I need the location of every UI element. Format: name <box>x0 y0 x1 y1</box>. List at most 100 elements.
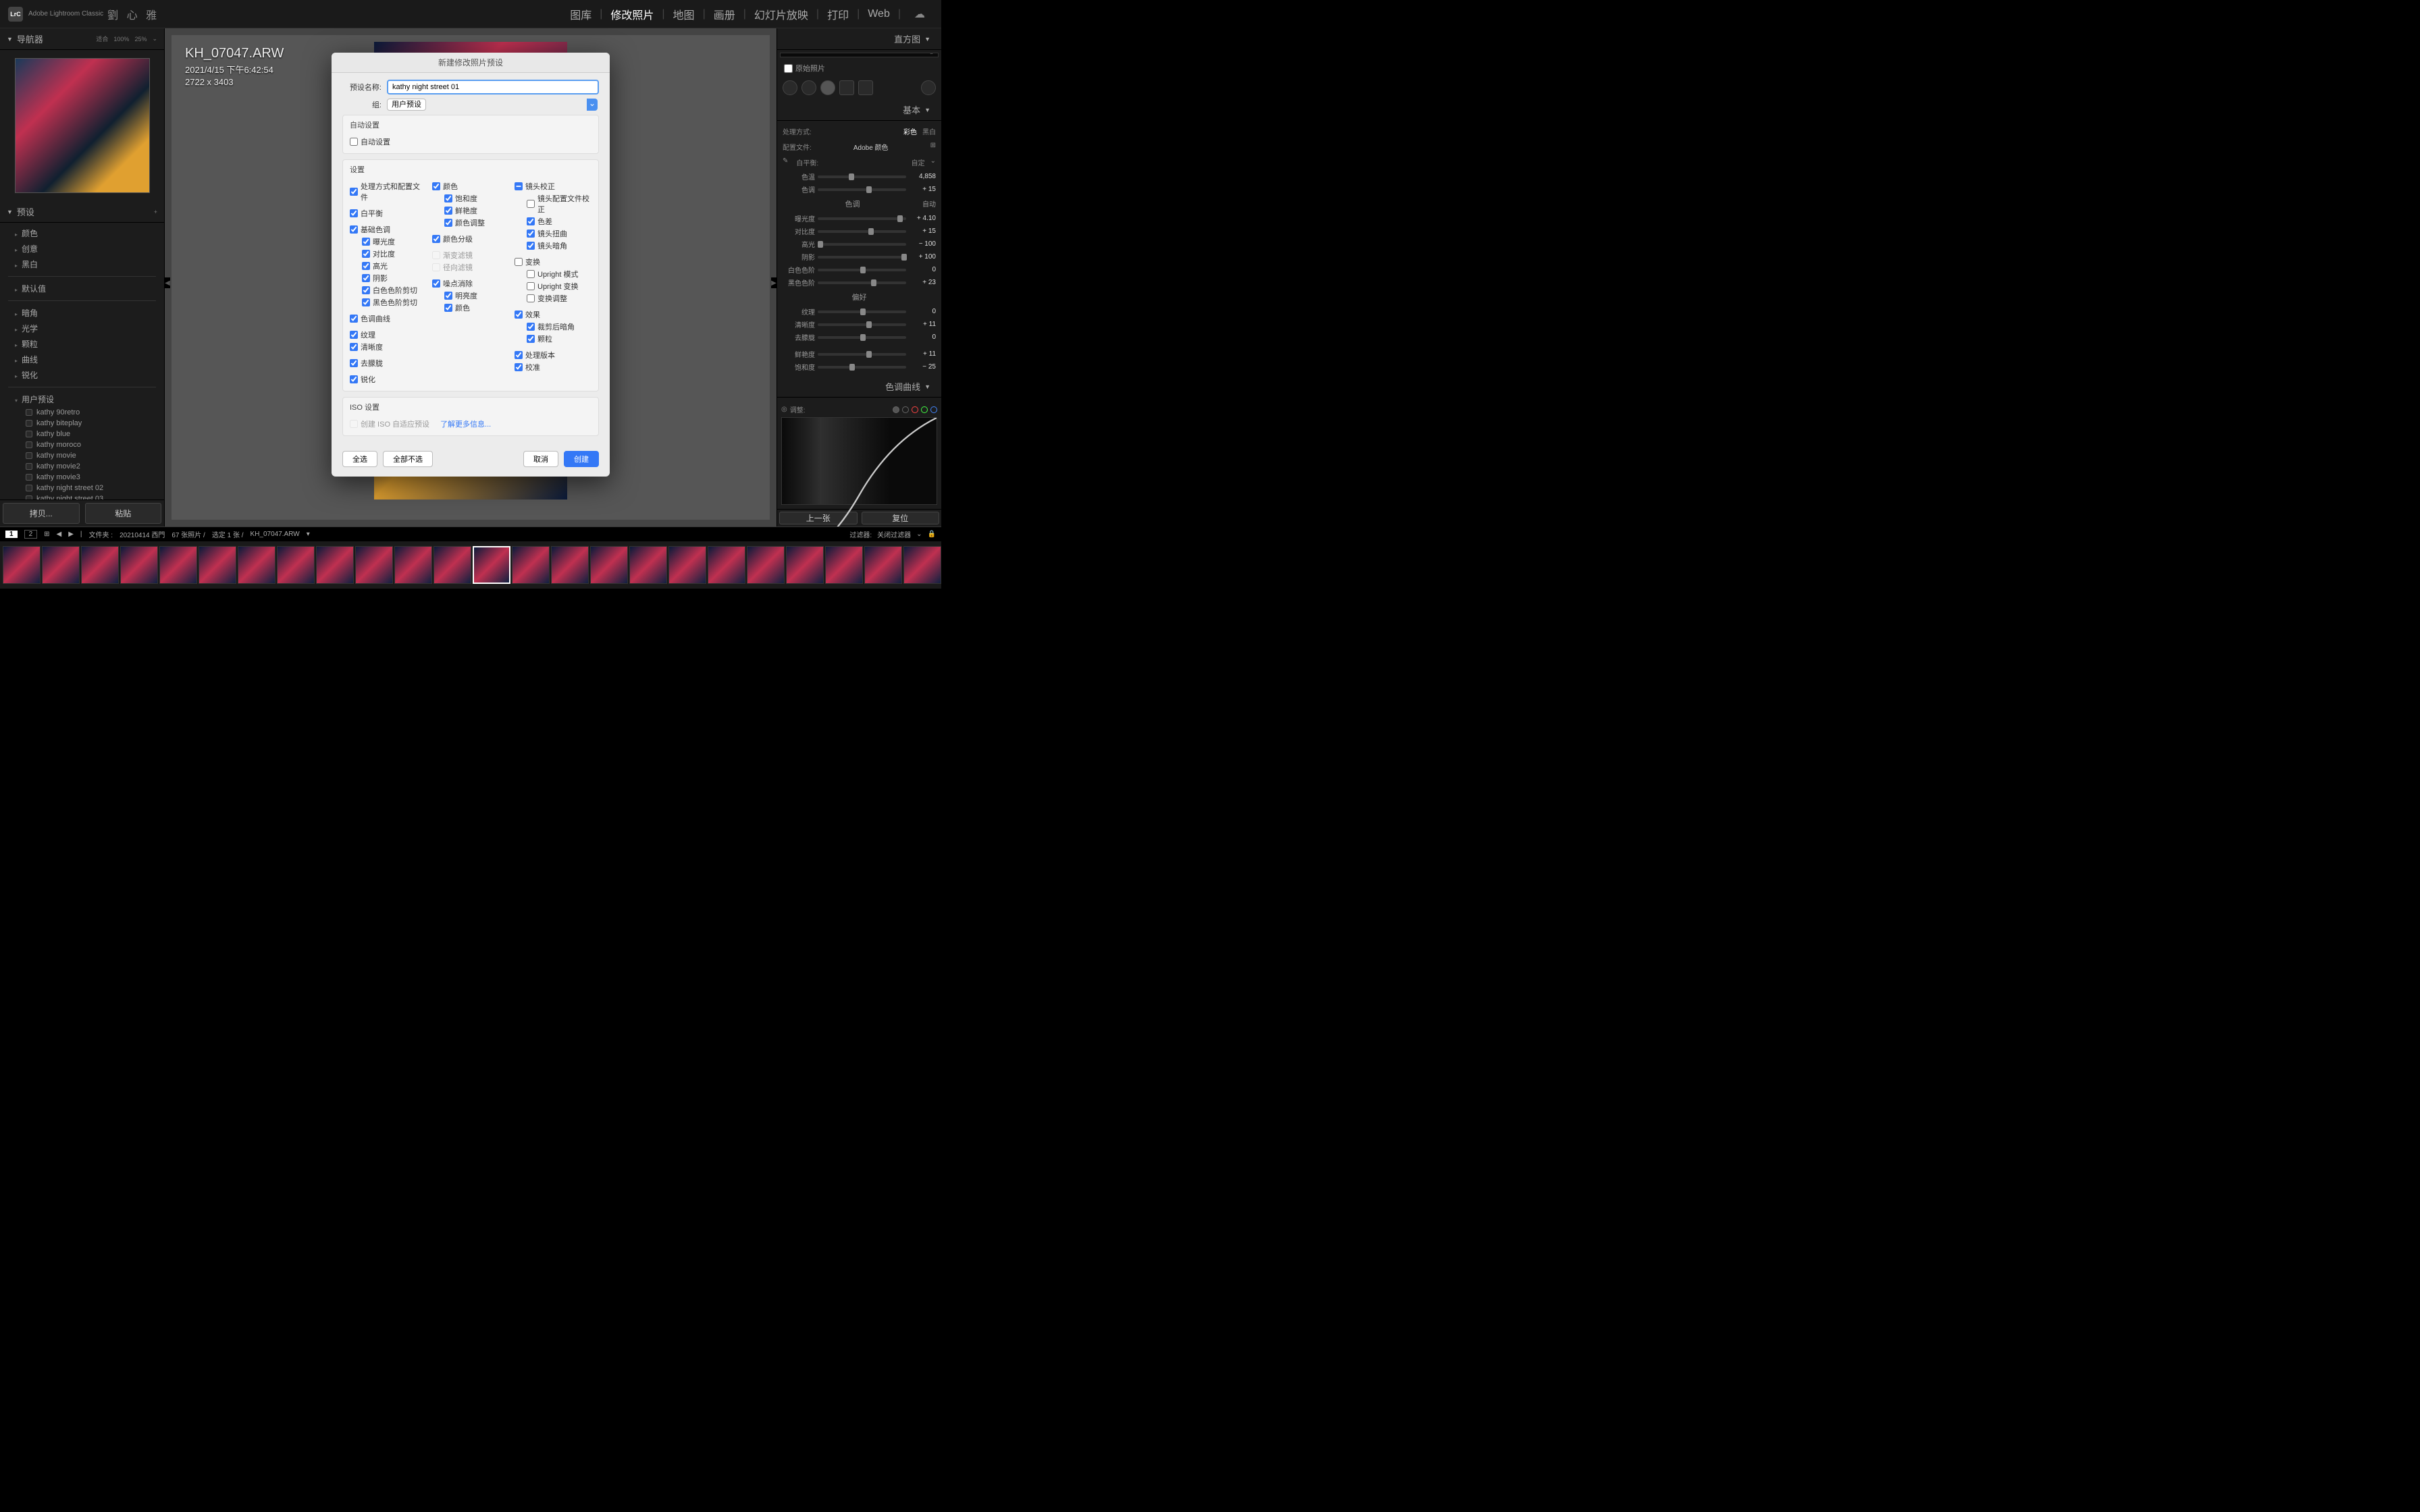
chk-lens[interactable] <box>515 182 523 190</box>
chk-shadows[interactable] <box>362 274 370 282</box>
slider-value[interactable]: + 100 <box>909 253 936 261</box>
tab-map[interactable]: 地图 <box>665 6 703 22</box>
filmstrip-thumb[interactable] <box>668 546 706 584</box>
learn-more-link[interactable]: 了解更多信息... <box>440 418 491 429</box>
curve-b[interactable] <box>930 406 937 413</box>
chk-trans-adj[interactable] <box>527 294 535 302</box>
histogram[interactable]: ISO 2000 29 mm f / 2.8 1/125 秒 <box>780 53 939 57</box>
nav-zoom-100[interactable]: 100% <box>113 36 129 43</box>
treatment-bw[interactable]: 黑白 <box>922 126 936 136</box>
slider[interactable] <box>818 353 906 356</box>
chk-luminance[interactable] <box>444 292 452 300</box>
target-icon[interactable]: ◎ <box>781 406 787 413</box>
preset-group[interactable]: 光学 <box>0 321 164 336</box>
slider[interactable] <box>818 217 906 220</box>
tab-develop[interactable]: 修改照片 <box>602 6 662 22</box>
preset-item[interactable]: kathy night street 02 <box>0 483 164 493</box>
filmstrip-thumb[interactable] <box>590 546 628 584</box>
chk-effects[interactable] <box>515 310 523 319</box>
presets-header[interactable]: ▼ 预设 + <box>0 201 164 223</box>
curve-rgb[interactable] <box>902 406 909 413</box>
slider-value[interactable]: 0 <box>909 308 936 315</box>
preset-item[interactable]: kathy 90retro <box>0 407 164 418</box>
slider[interactable] <box>818 256 906 259</box>
slider-value[interactable]: + 11 <box>909 350 936 358</box>
preset-item[interactable]: kathy movie <box>0 450 164 461</box>
chk-whites[interactable] <box>362 286 370 294</box>
histogram-header[interactable]: 直方图 ▼ <box>777 28 941 50</box>
filmstrip-thumb[interactable] <box>864 546 902 584</box>
preset-group[interactable]: 锐化 <box>0 367 164 383</box>
page-2[interactable]: 2 <box>24 530 38 539</box>
chk-dehaze[interactable] <box>350 359 358 367</box>
chk-upright-mode[interactable] <box>527 270 535 278</box>
next-arrow-icon[interactable]: ▶ <box>68 531 74 538</box>
treatment-color[interactable]: 彩色 <box>903 126 917 136</box>
chk-treatment[interactable] <box>350 188 358 196</box>
preset-name-input[interactable] <box>387 80 599 94</box>
slider[interactable] <box>818 230 906 233</box>
chevron-icon[interactable]: ⌄ <box>152 35 157 43</box>
chk-vibrance[interactable] <box>444 207 452 215</box>
slider-value[interactable]: − 100 <box>909 240 936 248</box>
slider[interactable] <box>818 281 906 284</box>
filmstrip-thumb[interactable] <box>747 546 785 584</box>
auto-button[interactable]: 自动 <box>922 198 936 209</box>
original-checkbox[interactable] <box>784 64 793 73</box>
slider[interactable] <box>818 336 906 339</box>
preset-group[interactable]: 黑白 <box>0 256 164 272</box>
chk-grain[interactable] <box>527 335 535 343</box>
tab-slideshow[interactable]: 幻灯片放映 <box>746 6 816 22</box>
preset-group[interactable]: 颜色 <box>0 225 164 241</box>
chk-calibration[interactable] <box>515 363 523 371</box>
filmstrip-thumb[interactable] <box>3 546 41 584</box>
chk-noise[interactable] <box>432 279 440 288</box>
copy-button[interactable]: 拷贝... <box>3 503 80 524</box>
chk-process[interactable] <box>515 351 523 359</box>
check-none-button[interactable]: 全部不选 <box>383 451 433 467</box>
preset-item[interactable]: kathy blue <box>0 429 164 439</box>
slider-value[interactable]: + 23 <box>909 279 936 286</box>
filmstrip-thumb[interactable] <box>551 546 589 584</box>
slider-value[interactable]: + 11 <box>909 321 936 328</box>
preset-item[interactable]: kathy biteplay <box>0 418 164 429</box>
folder-name[interactable]: 20210414 西門 <box>120 529 165 539</box>
chk-contrast[interactable] <box>362 250 370 258</box>
filmstrip-thumb[interactable] <box>473 546 510 584</box>
nav-zoom-25[interactable]: 25% <box>134 36 147 43</box>
chk-basic-tone[interactable] <box>350 225 358 234</box>
panel-collapse-left[interactable]: ◀ <box>165 277 170 288</box>
plus-icon[interactable]: + <box>154 209 157 215</box>
filmstrip-thumb[interactable] <box>238 546 275 584</box>
filmstrip-thumb[interactable] <box>159 546 197 584</box>
filmstrip-thumb[interactable] <box>316 546 354 584</box>
slider[interactable] <box>818 323 906 326</box>
slider[interactable] <box>818 176 906 178</box>
slider[interactable] <box>818 310 906 313</box>
preset-group[interactable]: 颗粒 <box>0 336 164 352</box>
chk-blacks[interactable] <box>362 298 370 306</box>
filmstrip-thumb[interactable] <box>42 546 80 584</box>
filmstrip-thumb[interactable] <box>629 546 667 584</box>
page-1[interactable]: 1 <box>5 531 18 538</box>
chk-color-noise[interactable] <box>444 304 452 312</box>
chevron-icon[interactable]: ⌄ <box>930 157 936 167</box>
cloud-icon[interactable]: ☁ <box>906 7 933 21</box>
chk-upright-trans[interactable] <box>527 282 535 290</box>
preset-item[interactable]: kathy night street 03 <box>0 493 164 500</box>
eyedropper-icon[interactable]: ✎ <box>783 157 788 167</box>
lock-icon[interactable]: 🔒 <box>928 531 936 538</box>
spot-tool[interactable] <box>801 80 816 95</box>
basic-header[interactable]: 基本 ▼ <box>777 99 941 121</box>
chk-color-grading[interactable] <box>432 235 440 243</box>
filmstrip-thumb[interactable] <box>433 546 471 584</box>
filmstrip-thumb[interactable] <box>394 546 432 584</box>
chk-tone-curve[interactable] <box>350 315 358 323</box>
auto-settings-checkbox[interactable] <box>350 138 358 146</box>
slider[interactable] <box>818 366 906 369</box>
preset-item[interactable]: kathy movie3 <box>0 472 164 483</box>
slider-value[interactable]: 0 <box>909 333 936 341</box>
chk-transform[interactable] <box>515 258 523 266</box>
preset-group[interactable]: 曲线 <box>0 352 164 367</box>
brush-tool[interactable] <box>921 80 936 95</box>
